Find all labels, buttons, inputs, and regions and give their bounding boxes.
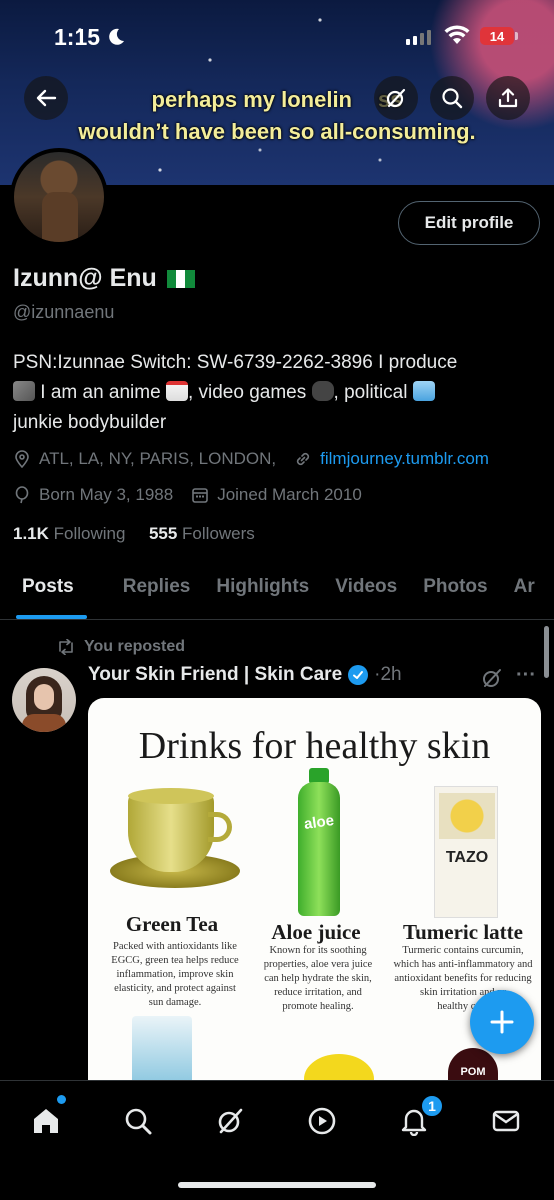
back-button[interactable] (24, 76, 68, 120)
envelope-icon (492, 1110, 520, 1132)
plus-icon (490, 1010, 514, 1034)
image-title: Drinks for healthy skin (138, 725, 491, 767)
repost-icon (59, 639, 73, 655)
tab-photos[interactable]: Photos (410, 566, 500, 619)
followers-link[interactable]: 555 Followers (149, 524, 255, 543)
profile-tabs: Posts Replies Highlights Videos Photos A… (0, 566, 554, 620)
notifications-badge: 1 (420, 1094, 444, 1118)
search-button[interactable] (430, 76, 474, 120)
search-icon (125, 1108, 152, 1135)
born-text: Born May 3, 1988 (39, 485, 174, 504)
home-unread-dot (57, 1095, 66, 1104)
display-name: Izunn@ Enu (13, 264, 157, 292)
post-time: ·2h (374, 664, 402, 685)
play-circle-icon (308, 1107, 336, 1135)
repost-label: You reposted (84, 638, 186, 655)
edit-profile-button[interactable]: Edit profile (398, 201, 540, 245)
battery-indicator: 14 (480, 27, 514, 45)
repost-indicator: You reposted (56, 638, 185, 656)
website-link[interactable]: filmjourney.tumblr.com (320, 449, 489, 469)
nigeria-flag-icon (166, 269, 195, 288)
drink-name-tumeric-latte: Tumeric latte (403, 920, 523, 944)
nav-grok[interactable] (208, 1099, 252, 1143)
status-time: 1:15 (54, 24, 101, 50)
tab-posts[interactable]: Posts (0, 566, 87, 619)
nav-videos[interactable] (300, 1099, 344, 1143)
location-pin-icon (15, 450, 29, 468)
profile-avatar[interactable] (10, 148, 108, 246)
nav-home[interactable] (24, 1099, 68, 1143)
aloe-bottle-illustration: aloe (292, 768, 346, 916)
profile-meta-dates: Born May 3, 1988 Joined March 2010 (13, 485, 362, 505)
avatar-shirt (22, 714, 66, 732)
grok-icon (386, 88, 406, 108)
avatar-figure (42, 192, 78, 242)
pom-label: POM (460, 1066, 486, 1078)
wifi-icon (444, 25, 470, 44)
nav-messages[interactable] (484, 1099, 528, 1143)
grok-icon (218, 1108, 243, 1134)
profile-handle: @izunnaenu (13, 302, 115, 322)
ballot-box-icon (412, 381, 435, 401)
drink-name-aloe-juice: Aloe juice (271, 920, 361, 944)
film-projector-icon (13, 381, 35, 401)
search-icon (442, 88, 463, 109)
tab-videos[interactable]: Videos (322, 566, 410, 619)
post-more-button[interactable]: ··· (516, 664, 536, 687)
verified-badge-icon (348, 665, 369, 685)
tazo-carton-illustration: TAZO (434, 786, 498, 918)
post-author-avatar[interactable] (12, 668, 76, 732)
follow-stats: 1.1K Following 555 Followers (13, 524, 255, 544)
battery-tip (515, 32, 518, 40)
caption-line2: wouldn’t have been so all-consuming. (78, 119, 476, 144)
green-tea-illustration (110, 782, 240, 898)
drink-name-green-tea: Green Tea (125, 912, 219, 936)
tazo-label: TAZO (445, 849, 489, 866)
home-indicator[interactable] (178, 1182, 376, 1188)
post-image[interactable]: Drinks for healthy skin Green Tea Packed… (88, 698, 541, 1118)
moon-icon (109, 28, 124, 45)
home-icon (34, 1109, 58, 1133)
drink-desc-green-tea: Packed with antioxidants like EGCG, gree… (111, 941, 239, 1008)
bio-line-1: PSN:Izunnae Switch: SW-6739-2262-3896 I … (13, 352, 458, 373)
link-icon (297, 452, 310, 466)
nav-search[interactable] (116, 1099, 160, 1143)
balloon-icon (15, 486, 29, 504)
post-author-name[interactable]: Your Skin Friend | Skin Care (88, 664, 342, 686)
grok-post-icon[interactable] (480, 666, 504, 690)
location-text: ATL, LA, NY, PARIS, LONDON, (39, 449, 277, 468)
calendar-icon (192, 488, 209, 503)
grok-button[interactable] (374, 76, 418, 120)
avatar-face (34, 684, 54, 710)
takeout-box-icon (165, 381, 188, 401)
drink-desc-aloe-juice: Known for its soothing properties, aloe … (263, 945, 373, 1012)
cellular-signal-icon (406, 30, 431, 45)
following-link[interactable]: 1.1K Following (13, 524, 125, 543)
bio-line-3: junkie bodybuilder (13, 412, 167, 433)
caption-line1: perhaps my lonelin (151, 87, 353, 112)
joined-text: Joined March 2010 (217, 485, 362, 504)
share-button[interactable] (486, 76, 530, 120)
tab-articles[interactable]: Ar (501, 566, 548, 619)
game-controller-icon (311, 381, 334, 401)
profile-bio: PSN:Izunnae Switch: SW-6739-2262-3896 I … (13, 348, 533, 438)
profile-meta-location: ATL, LA, NY, PARIS, LONDON, filmjourney.… (13, 449, 489, 469)
bio-line-2: I am an anime , video games , political (13, 378, 533, 408)
profile-name: Izunn@ Enu (13, 264, 195, 293)
compose-post-button[interactable] (470, 990, 534, 1054)
tab-replies[interactable]: Replies (87, 566, 204, 619)
share-icon (498, 88, 518, 108)
scrollbar[interactable] (544, 626, 549, 678)
post-header: Your Skin Friend | Skin Care ·2h (88, 664, 402, 686)
arrow-left-icon (36, 89, 57, 107)
tab-highlights[interactable]: Highlights (203, 566, 322, 619)
